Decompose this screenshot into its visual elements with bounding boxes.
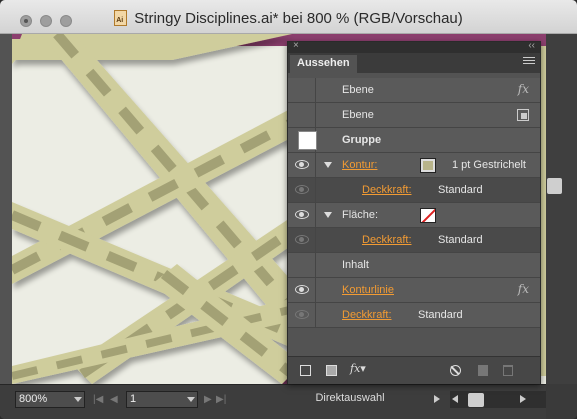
canvas-left-margin	[0, 34, 12, 384]
first-artboard-icon[interactable]: |◀	[93, 394, 103, 405]
add-new-stroke-icon[interactable]	[300, 365, 311, 376]
status-bar: 800% |◀ ◀ 1 ▶ ▶| Direktauswahl	[0, 384, 577, 419]
opacity-value: Standard	[438, 234, 483, 246]
title-bar: Ai Stringy Disciplines.ai* bei 800 % (RG…	[0, 0, 577, 34]
expand-triangle-icon[interactable]	[324, 162, 332, 168]
artboard-dropdown-arrow-icon[interactable]	[187, 397, 195, 402]
fill-label[interactable]: Fläche:	[342, 209, 378, 221]
visibility-column	[288, 228, 316, 252]
opacity-link[interactable]: Deckkraft:	[362, 234, 412, 246]
row-deckkraft[interactable]: Deckkraft: Standard	[288, 303, 540, 328]
opacity-link[interactable]: Deckkraft:	[362, 184, 412, 196]
stroke-color-swatch[interactable]	[420, 158, 436, 173]
panel-menu-icon[interactable]	[523, 57, 535, 67]
visibility-column	[288, 203, 316, 227]
row-label: Inhalt	[342, 259, 369, 271]
add-new-effect-icon[interactable]: fx▾	[350, 362, 366, 375]
opacity-value: Standard	[438, 184, 483, 196]
eye-icon[interactable]	[295, 310, 309, 319]
stroke-outline-link[interactable]: Konturlinie	[342, 284, 394, 296]
file-icon-label: Ai	[116, 17, 124, 24]
eye-icon[interactable]	[295, 210, 309, 219]
fx-icon[interactable]: fx	[518, 82, 529, 96]
row-kontur-deckkraft[interactable]: Deckkraft: Standard	[288, 178, 540, 203]
row-konturlinie[interactable]: Konturlinie fx	[288, 278, 540, 303]
horizontal-scroll-thumb[interactable]	[468, 393, 484, 407]
row-ebene-1[interactable]: Ebene fx	[288, 78, 540, 103]
current-tool-label[interactable]: Direktauswahl	[270, 392, 430, 409]
expand-triangle-icon[interactable]	[324, 212, 332, 218]
visibility-column	[288, 153, 316, 177]
window-title: Stringy Disciplines.ai* bei 800 % (RGB/V…	[134, 10, 463, 27]
visibility-column	[288, 253, 316, 277]
visibility-column	[288, 178, 316, 202]
appearance-panel: × ‹‹ Aussehen Ebene fx Ebene Gruppe Kont…	[287, 40, 541, 384]
visibility-column	[288, 278, 316, 302]
artboard-number-field[interactable]: 1	[126, 391, 198, 408]
row-ebene-2[interactable]: Ebene	[288, 103, 540, 128]
next-artboard-icon[interactable]: ▶	[204, 394, 212, 405]
eye-icon[interactable]	[295, 185, 309, 194]
opacity-value: Standard	[418, 309, 463, 321]
document-window: Ai Stringy Disciplines.ai* bei 800 % (RG…	[0, 0, 577, 419]
eye-icon[interactable]	[295, 235, 309, 244]
fill-none-swatch[interactable]	[420, 208, 436, 223]
row-inhalt[interactable]: Inhalt	[288, 253, 540, 278]
visibility-column	[288, 103, 316, 127]
visibility-column	[288, 303, 316, 327]
row-label: Gruppe	[342, 134, 382, 146]
status-menu-arrow-icon[interactable]	[434, 395, 440, 403]
panel-footer: fx▾	[288, 356, 540, 384]
eye-icon[interactable]	[295, 160, 309, 169]
scroll-right-icon[interactable]	[520, 395, 526, 403]
panel-close-icon[interactable]: ×	[293, 40, 299, 51]
row-flaeche[interactable]: Fläche:	[288, 203, 540, 228]
group-thumbnail	[298, 131, 317, 150]
zoom-dropdown-arrow-icon[interactable]	[74, 397, 82, 402]
stroke-weight-value[interactable]: 1 pt Gestrichelt	[452, 159, 526, 171]
opacity-link[interactable]: Deckkraft:	[342, 309, 392, 321]
panel-header-strip: × ‹‹	[288, 40, 540, 53]
vertical-scrollbar[interactable]	[546, 34, 577, 384]
horizontal-scrollbar[interactable]	[450, 391, 546, 408]
artboard-number-value: 1	[130, 393, 137, 405]
panel-tab-bar: Aussehen	[288, 53, 540, 73]
scroll-left-icon[interactable]	[452, 395, 458, 403]
layer-target-icon[interactable]	[517, 109, 529, 121]
clear-appearance-icon[interactable]	[450, 365, 461, 376]
window-title-wrap: Ai Stringy Disciplines.ai* bei 800 % (RG…	[0, 10, 577, 27]
row-flaeche-deckkraft[interactable]: Deckkraft: Standard	[288, 228, 540, 253]
previous-artboard-icon[interactable]: ◀	[110, 394, 118, 405]
tab-aussehen[interactable]: Aussehen	[290, 55, 357, 73]
eye-icon[interactable]	[295, 285, 309, 294]
trash-icon[interactable]	[503, 365, 513, 376]
panel-collapse-icon[interactable]: ‹‹	[528, 40, 535, 51]
fx-icon[interactable]: fx	[518, 282, 529, 296]
window-corner	[546, 384, 577, 419]
appearance-rows: Ebene fx Ebene Gruppe Kontur: 1 pt Gestr…	[288, 78, 540, 328]
zoom-level-field[interactable]: 800%	[15, 391, 85, 408]
row-label: Ebene	[342, 109, 374, 121]
vertical-scroll-thumb[interactable]	[547, 178, 562, 194]
zoom-level-value: 800%	[19, 393, 48, 405]
row-label: Ebene	[342, 84, 374, 96]
visibility-column	[288, 128, 317, 152]
stroke-link[interactable]: Kontur:	[342, 159, 377, 171]
last-artboard-icon[interactable]: ▶|	[216, 394, 226, 405]
visibility-column	[288, 78, 316, 102]
add-new-fill-icon[interactable]	[326, 365, 337, 376]
row-gruppe[interactable]: Gruppe	[288, 128, 540, 153]
row-kontur[interactable]: Kontur: 1 pt Gestrichelt	[288, 153, 540, 178]
duplicate-item-icon[interactable]	[478, 365, 488, 376]
illustrator-file-icon: Ai	[114, 10, 128, 26]
